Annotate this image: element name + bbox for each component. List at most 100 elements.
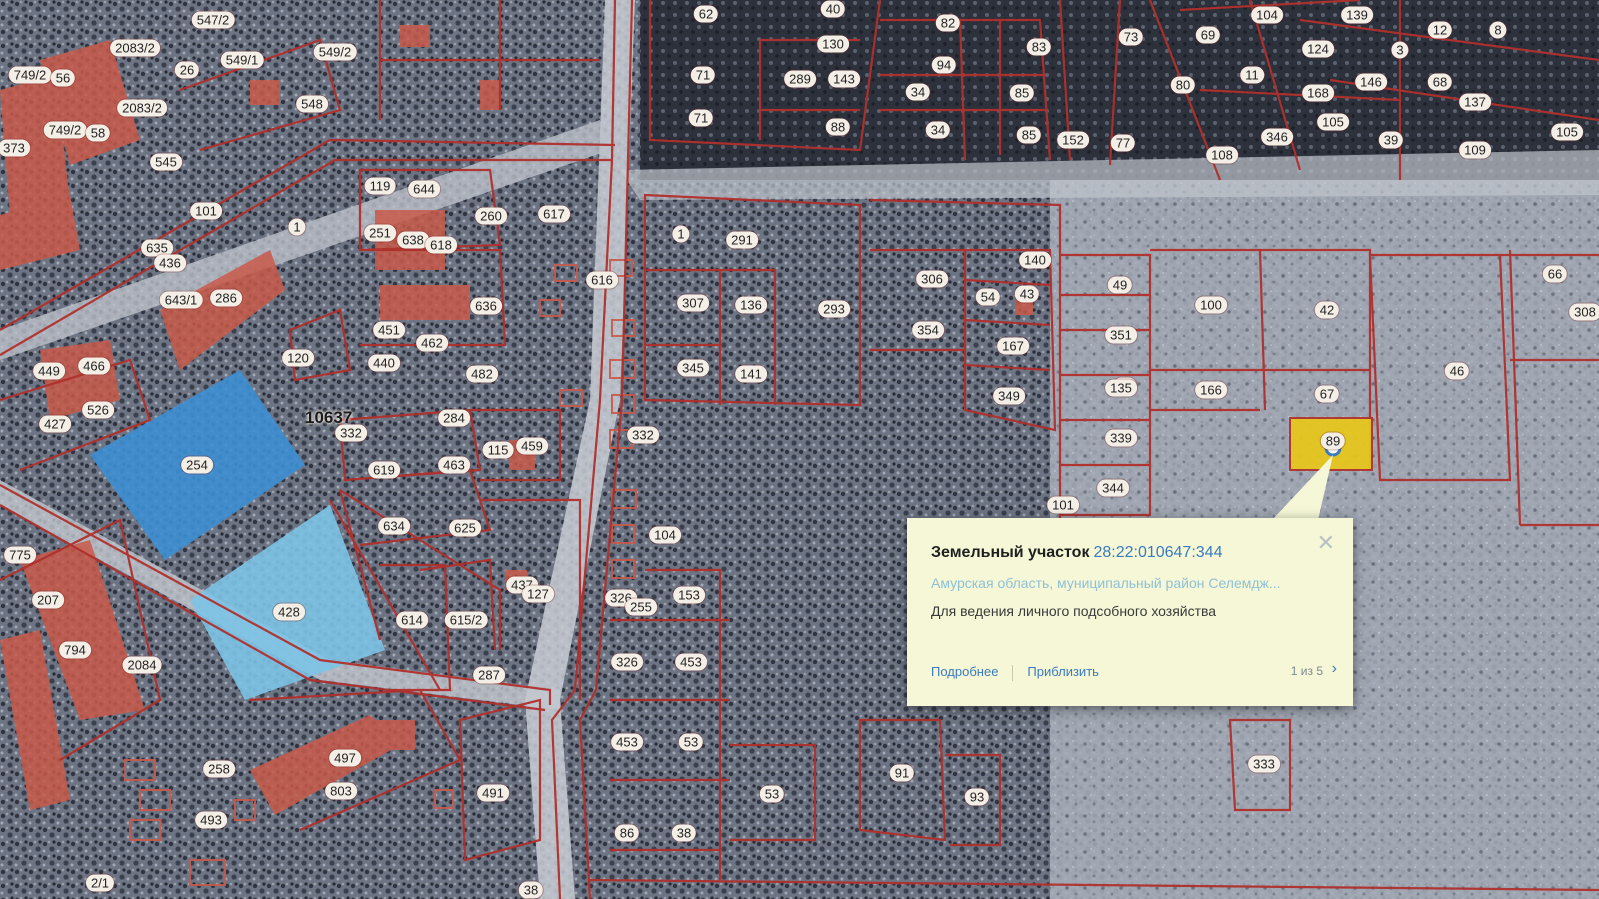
- parcel-label[interactable]: 619: [368, 461, 400, 479]
- parcel-label[interactable]: 53: [678, 733, 704, 751]
- cadastral-number[interactable]: 28:22:010647:344: [1093, 544, 1222, 561]
- parcel-label[interactable]: 26: [174, 61, 200, 79]
- parcel-label[interactable]: 49: [1107, 276, 1133, 294]
- parcel-label[interactable]: 428: [273, 603, 305, 621]
- parcel-label[interactable]: 119: [364, 177, 396, 195]
- parcel-label[interactable]: 643/1: [159, 291, 203, 309]
- parcel-label[interactable]: 62: [693, 5, 719, 23]
- parcel-label[interactable]: 85: [1016, 126, 1042, 144]
- parcel-label[interactable]: 2083/2: [110, 39, 160, 57]
- parcel-label[interactable]: 2083/2: [117, 99, 167, 117]
- parcel-label[interactable]: 251: [364, 224, 396, 242]
- parcel-label[interactable]: 56: [50, 69, 76, 87]
- parcel-label[interactable]: 286: [210, 289, 242, 307]
- parcel-label[interactable]: 258: [203, 760, 235, 778]
- parcel-label[interactable]: 34: [905, 83, 931, 101]
- parcel-label[interactable]: 326: [611, 653, 643, 671]
- parcel-label[interactable]: 39: [1378, 131, 1404, 149]
- parcel-label[interactable]: 775: [4, 546, 36, 564]
- parcel-label[interactable]: 11: [1240, 66, 1264, 84]
- parcel-label[interactable]: 545: [150, 153, 182, 171]
- chevron-right-icon[interactable]: ›: [1332, 660, 1337, 678]
- parcel-label[interactable]: 644: [408, 180, 440, 198]
- parcel-label[interactable]: 436: [154, 254, 186, 272]
- parcel-label[interactable]: 67: [1314, 385, 1340, 403]
- parcel-label[interactable]: 497: [329, 749, 361, 767]
- parcel-label[interactable]: 104: [649, 526, 681, 544]
- parcel-label[interactable]: 463: [438, 456, 470, 474]
- parcel-label[interactable]: 306: [916, 270, 948, 288]
- parcel-label[interactable]: 130: [817, 35, 849, 53]
- parcel-label[interactable]: 141: [735, 365, 767, 383]
- parcel-label[interactable]: 354: [912, 321, 944, 339]
- parcel-label[interactable]: 616: [586, 271, 618, 289]
- parcel-label[interactable]: 88: [825, 118, 851, 136]
- parcel-label[interactable]: 284: [438, 409, 470, 427]
- parcel-label[interactable]: 803: [325, 782, 357, 800]
- parcel-label[interactable]: 2/1: [85, 874, 115, 892]
- parcel-label[interactable]: 93: [964, 788, 990, 806]
- parcel-label[interactable]: 139: [1341, 6, 1373, 24]
- parcel-label[interactable]: 351: [1105, 326, 1137, 344]
- parcel-label[interactable]: 451: [373, 321, 405, 339]
- parcel-label[interactable]: 109: [1459, 141, 1491, 159]
- parcel-label[interactable]: 549/1: [220, 51, 264, 69]
- parcel-label[interactable]: 459: [516, 437, 548, 455]
- parcel-label[interactable]: 2084: [122, 656, 162, 674]
- parcel-label[interactable]: 94: [931, 56, 957, 74]
- parcel-label[interactable]: 105: [1317, 113, 1349, 131]
- parcel-label[interactable]: 82: [935, 14, 961, 32]
- parcel-label[interactable]: 38: [671, 824, 697, 842]
- parcel-label[interactable]: 12: [1427, 21, 1453, 39]
- parcel-label[interactable]: 462: [416, 334, 448, 352]
- parcel-label[interactable]: 345: [677, 359, 709, 377]
- parcel-label[interactable]: 120: [282, 349, 314, 367]
- parcel-label[interactable]: 146: [1355, 73, 1387, 91]
- parcel-label[interactable]: 291: [726, 231, 758, 249]
- parcel-label[interactable]: 167: [997, 337, 1029, 355]
- parcel-label[interactable]: 40: [820, 0, 846, 18]
- parcel-label[interactable]: 140: [1019, 251, 1051, 269]
- parcel-label[interactable]: 77: [1110, 134, 1136, 152]
- parcel-label[interactable]: 453: [675, 653, 707, 671]
- parcel-label[interactable]: 91: [889, 764, 915, 782]
- parcel-label[interactable]: 440: [368, 354, 400, 372]
- parcel-label[interactable]: 43: [1014, 285, 1040, 303]
- parcel-label[interactable]: 71: [690, 66, 716, 84]
- parcel-label[interactable]: 89: [1320, 432, 1346, 450]
- parcel-label[interactable]: 466: [78, 357, 110, 375]
- parcel-label[interactable]: 339: [1105, 429, 1137, 447]
- parcel-label[interactable]: 332: [627, 426, 659, 444]
- close-icon[interactable]: ✕: [1317, 530, 1335, 556]
- parcel-label[interactable]: 749/2: [43, 121, 87, 139]
- parcel-label[interactable]: 453: [611, 733, 643, 751]
- cadastral-map[interactable]: [0, 0, 1599, 899]
- parcel-label[interactable]: 108: [1206, 146, 1238, 164]
- parcel-label[interactable]: 549/2: [313, 43, 357, 61]
- parcel-label[interactable]: 634: [378, 517, 410, 535]
- parcel-label[interactable]: 333: [1248, 755, 1280, 773]
- parcel-label[interactable]: 618: [425, 236, 457, 254]
- parcel-label[interactable]: 636: [470, 297, 502, 315]
- parcel-label[interactable]: 101: [1047, 496, 1079, 514]
- parcel-label[interactable]: 152: [1057, 131, 1089, 149]
- parcel-label[interactable]: 349: [993, 387, 1025, 405]
- parcel-label[interactable]: 143: [828, 70, 860, 88]
- parcel-label[interactable]: 66: [1542, 265, 1568, 283]
- parcel-label[interactable]: 427: [39, 415, 71, 433]
- parcel-label[interactable]: 135: [1105, 379, 1137, 397]
- parcel-label[interactable]: 207: [32, 591, 64, 609]
- parcel-label[interactable]: 46: [1444, 362, 1470, 380]
- parcel-label[interactable]: 58: [85, 124, 111, 142]
- parcel-label[interactable]: 617: [538, 205, 570, 223]
- parcel-label[interactable]: 289: [784, 70, 816, 88]
- parcel-label[interactable]: 614: [396, 611, 428, 629]
- parcel-label[interactable]: 71: [688, 109, 714, 127]
- parcel-label[interactable]: 42: [1314, 301, 1340, 319]
- parcel-label[interactable]: 373: [0, 139, 30, 157]
- parcel-label[interactable]: 115: [482, 441, 514, 459]
- parcel-label[interactable]: 548: [296, 95, 328, 113]
- parcel-label[interactable]: 260: [475, 207, 507, 225]
- parcel-label[interactable]: 73: [1118, 28, 1144, 46]
- parcel-label[interactable]: 638: [397, 231, 429, 249]
